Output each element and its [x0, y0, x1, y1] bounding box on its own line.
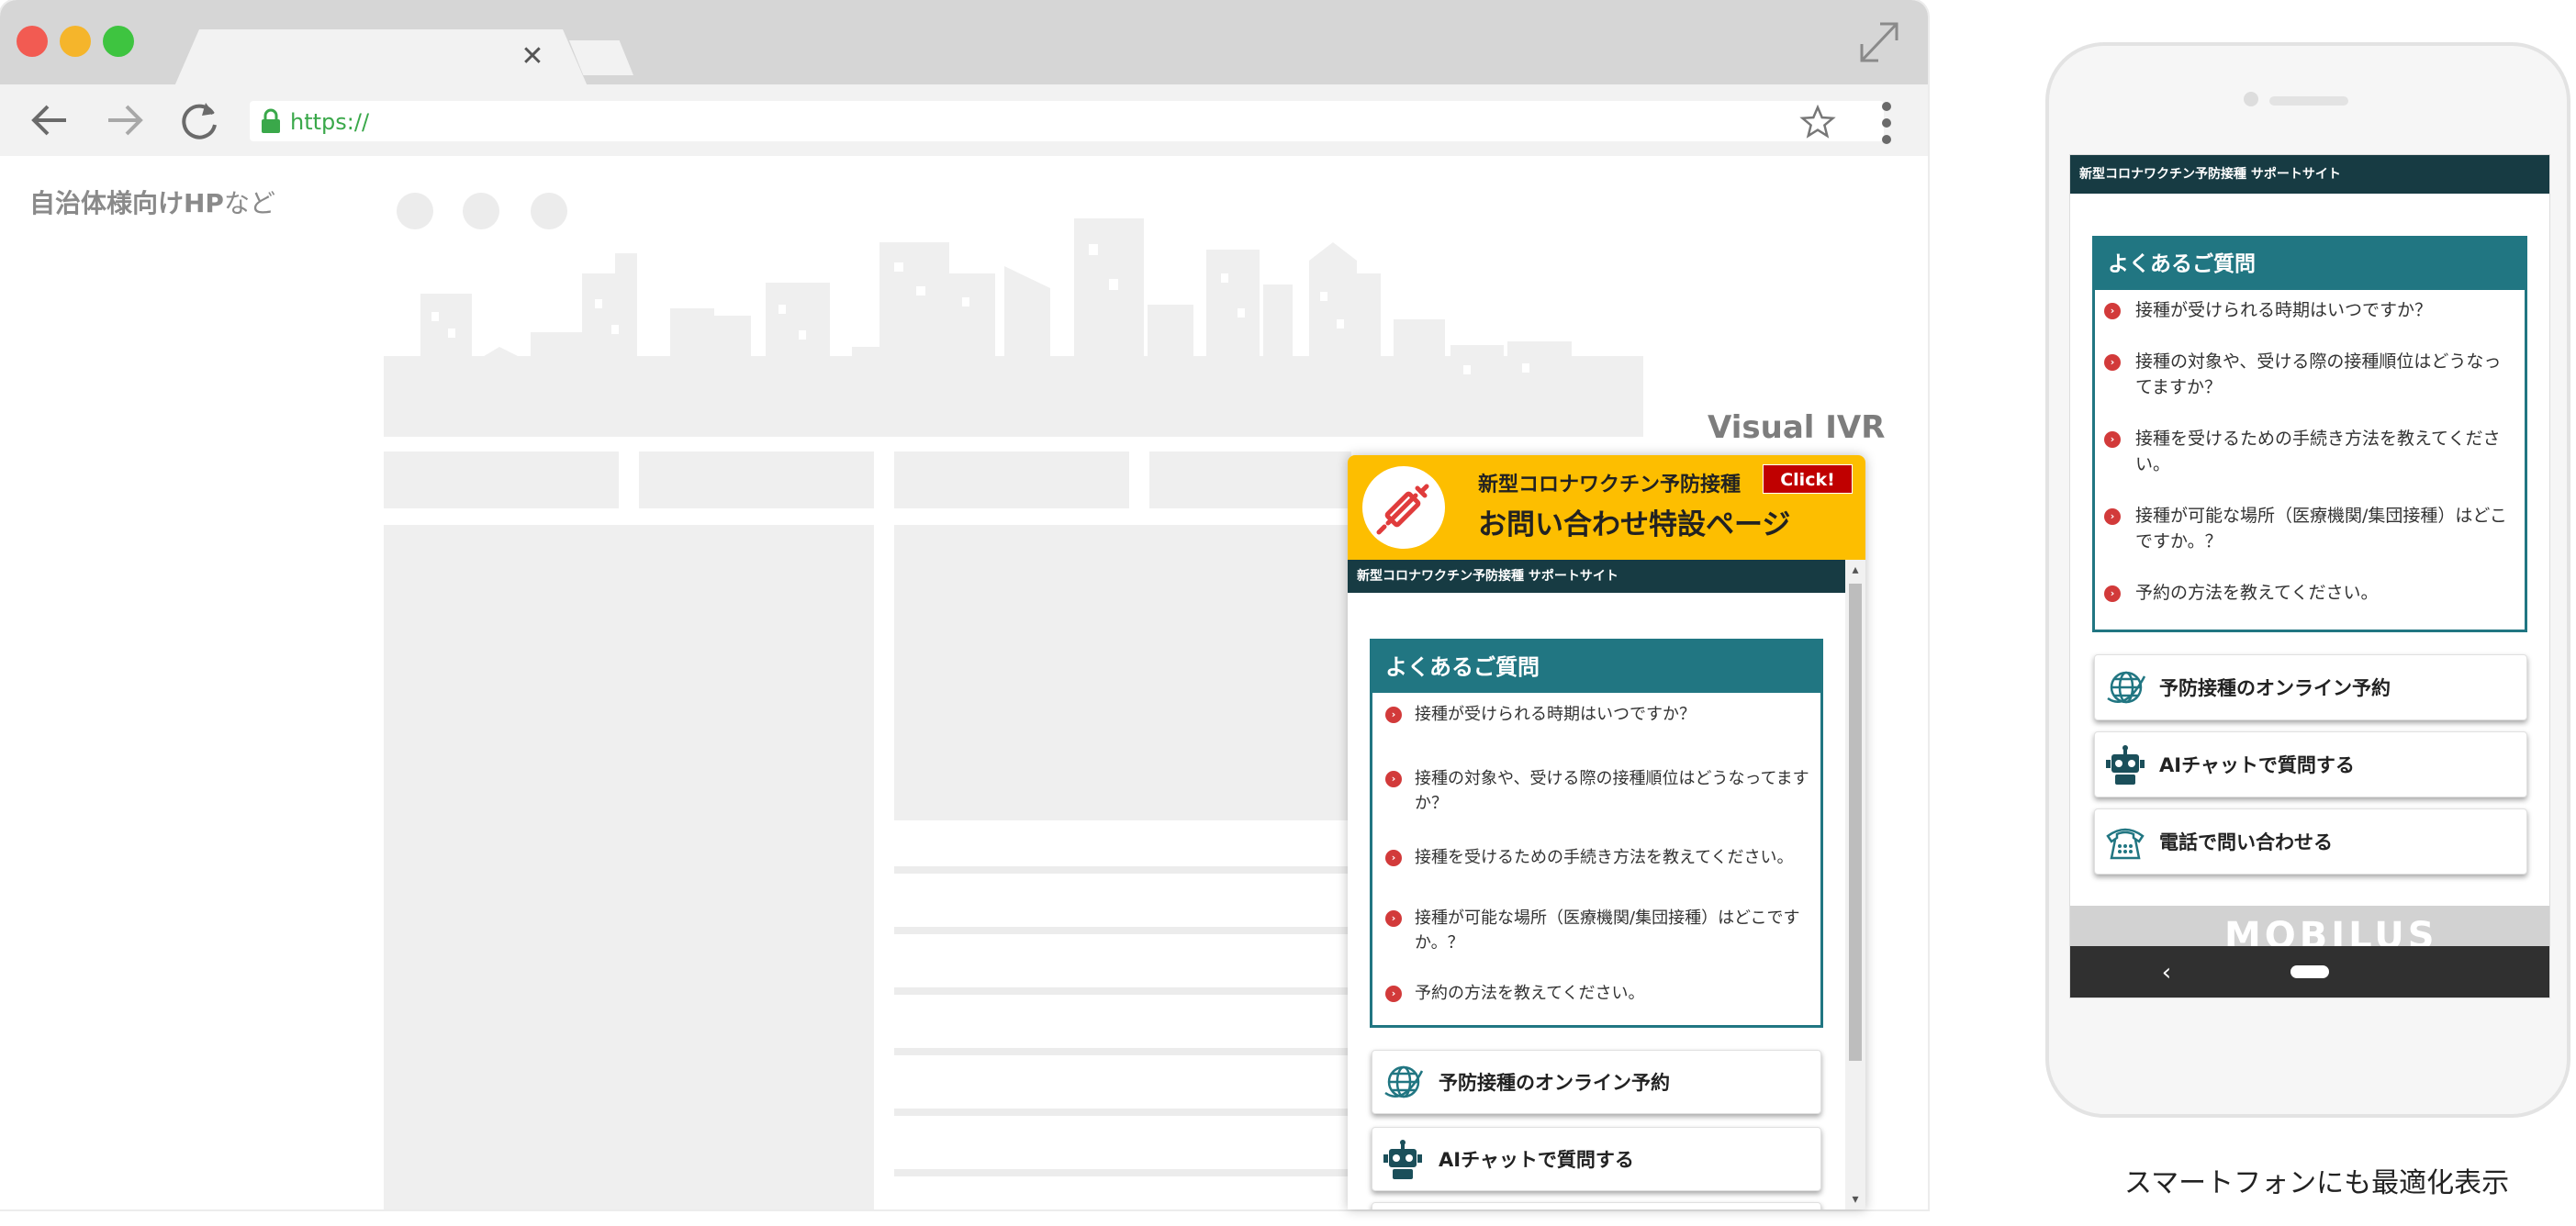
chevron-right-icon: › [1385, 910, 1402, 927]
chevron-right-icon: › [1385, 850, 1402, 866]
maximize-window-button[interactable] [103, 26, 134, 57]
back-arrow-icon[interactable] [26, 95, 75, 145]
widget-scrollbar-thumb[interactable] [1849, 584, 1862, 1061]
phone-inquiry-button[interactable] [1372, 1202, 1821, 1209]
widget-title-large: お問い合わせ特設ページ [1478, 508, 1791, 541]
online-booking-label: 予防接種のオンライン予約 [2159, 677, 2391, 699]
phone-caption: スマートフォンにも最適化表示 [2124, 1167, 2510, 1199]
placeholder-block [894, 525, 1351, 820]
url-text[interactable]: https:// [290, 104, 369, 140]
reload-icon[interactable] [174, 95, 224, 145]
online-booking-label: 予防接種のオンライン予約 [1439, 1072, 1670, 1094]
chevron-right-icon: › [1385, 771, 1402, 787]
placeholder-line [894, 1048, 1348, 1055]
faq-panel: よくあるご質問 › 接種が受けられる時期はいつですか？ › 接種の対象や、受ける際の… [1370, 639, 1823, 1028]
kebab-menu-icon[interactable] [1873, 97, 1900, 149]
syringe-icon [1362, 466, 1445, 549]
city-skyline-illustration [384, 218, 1643, 437]
ai-chat-button[interactable]: AIチャットで質問する [1372, 1127, 1821, 1191]
phone-screen: 新型コロナワクチン予防接種 サポートサイト よくあるご質問 › 接種が受けられる時… [2069, 154, 2550, 998]
back-chevron-icon[interactable]: ‹ [2153, 955, 2180, 990]
robot-icon [1383, 1140, 1422, 1179]
placeholder-line [894, 1109, 1348, 1116]
phone-site-bar: 新型コロナワクチン予防接種 サポートサイト [2070, 155, 2549, 194]
visual-ivr-title: Visual IVR [1708, 409, 1886, 446]
placeholder-line [894, 987, 1348, 995]
lock-icon [262, 108, 280, 133]
visual-ivr-widget: 新型コロナワクチン予防接種 お問い合わせ特設ページ Click! 新型コロナワク… [1348, 455, 1865, 1209]
minimize-window-button[interactable] [60, 26, 91, 57]
chevron-right-icon: › [2104, 431, 2121, 448]
home-pill-button[interactable] [2290, 965, 2329, 978]
widget-header[interactable]: 新型コロナワクチン予防接種 お問い合わせ特設ページ Click! [1348, 455, 1865, 560]
address-bar[interactable] [250, 101, 1884, 141]
widget-site-bar: 新型コロナワクチン予防接種 サポートサイト [1348, 560, 1845, 593]
ai-chat-label: AIチャットで質問する [1439, 1149, 1634, 1171]
close-window-button[interactable] [17, 26, 48, 57]
phone-inquiry-label: 電話で問い合わせる [2159, 831, 2333, 853]
forward-arrow-icon[interactable] [99, 95, 149, 145]
online-booking-button[interactable]: 予防接種のオンライン予約 [1372, 1050, 1821, 1114]
widget-title-small: 新型コロナワクチン予防接種 [1478, 474, 1742, 496]
placeholder-block [384, 525, 874, 1209]
chevron-right-icon: › [2104, 303, 2121, 319]
phone-footer: MOBILUS [2070, 906, 2549, 946]
placeholder-line [894, 1169, 1348, 1176]
placeholder-line [894, 927, 1348, 934]
placeholder-block [639, 451, 874, 508]
phone-call-button[interactable]: 電話で問い合わせる [2094, 808, 2527, 875]
front-camera [2244, 92, 2258, 106]
page-label: 自治体様向けHPなど [29, 188, 275, 218]
scroll-down-icon[interactable]: ▾ [1845, 1189, 1865, 1209]
ai-chat-label: AIチャットで質問する [2159, 754, 2355, 776]
placeholder-block [894, 451, 1129, 508]
phone-faq-panel: よくあるご質問 › 接種が受けられる時期はいつですか？ › 接種の対象や、受ける際の… [2092, 236, 2527, 632]
placeholder-block [1149, 451, 1351, 508]
telephone-icon [2106, 828, 2145, 860]
phone-online-booking-button[interactable]: 予防接種のオンライン予約 [2094, 654, 2527, 720]
star-icon[interactable] [1799, 105, 1836, 139]
faq-heading: よくあるご質問 [1372, 641, 1820, 693]
chevron-right-icon: › [1385, 986, 1402, 1002]
chevron-right-icon: › [2104, 585, 2121, 602]
phone-ai-chat-button[interactable]: AIチャットで質問する [2094, 731, 2527, 797]
click-badge[interactable]: Click! [1763, 464, 1853, 494]
scroll-up-icon[interactable]: ▴ [1845, 560, 1865, 580]
footer-logo: MOBILUS [2224, 915, 2438, 946]
speaker-grille [2269, 96, 2348, 106]
tab-close-icon[interactable]: ✕ [519, 40, 546, 73]
robot-icon [2106, 745, 2145, 785]
chevron-right-icon: › [2104, 508, 2121, 525]
phone-faq-heading: よくあるご質問 [2095, 239, 2525, 290]
android-nav-bar: ‹ [2070, 946, 2549, 998]
placeholder-block [384, 451, 619, 508]
globe-icon [2107, 671, 2146, 704]
chevron-right-icon: › [2104, 354, 2121, 371]
globe-icon [1384, 1065, 1424, 1098]
expand-icon[interactable] [1856, 17, 1902, 66]
chevron-right-icon: › [1385, 707, 1402, 723]
placeholder-line [894, 866, 1348, 874]
